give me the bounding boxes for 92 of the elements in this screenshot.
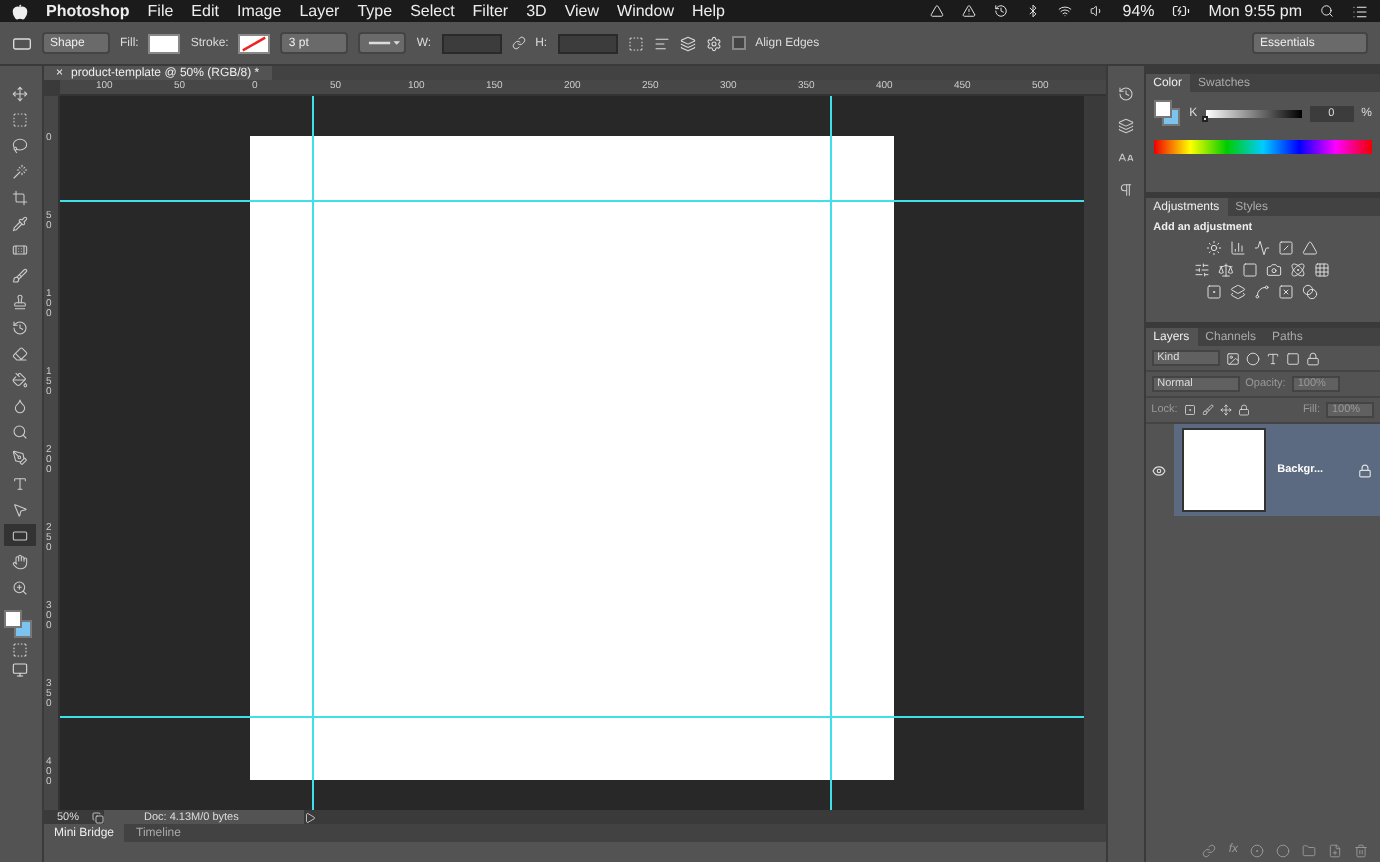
lock-all-icon[interactable]	[1237, 404, 1250, 416]
foreground-color[interactable]	[1153, 100, 1172, 118]
menu-item[interactable]: View	[564, 2, 600, 20]
adjustment-icon[interactable]	[1218, 262, 1235, 278]
menu-item[interactable]: File	[147, 2, 174, 20]
menu-item[interactable]: Window	[617, 2, 674, 20]
eyedropper-tool-icon	[12, 215, 29, 231]
adjustment-icon[interactable]	[1314, 262, 1331, 278]
link-icon[interactable]	[511, 36, 526, 50]
path-alignment-icon[interactable]	[653, 35, 670, 51]
menu-item[interactable]: Select	[410, 2, 455, 20]
menu-item[interactable]: Type	[357, 2, 393, 20]
adjustment-icon[interactable]	[1194, 262, 1211, 278]
scrollbar[interactable]	[1083, 96, 1106, 810]
battery-percent: 94%	[1122, 2, 1155, 20]
height-field[interactable]	[557, 33, 618, 53]
lock-position-icon[interactable]	[1219, 404, 1232, 416]
layer-comps-icon[interactable]	[1117, 118, 1134, 134]
menu-clock[interactable]: Mon 9:55 pm	[1208, 2, 1302, 20]
adjustment-icon[interactable]	[1302, 240, 1319, 256]
lasso-tool-icon	[12, 137, 29, 153]
wifi-icon[interactable]	[1058, 4, 1073, 18]
settings-icon[interactable]	[705, 35, 722, 51]
no-stroke-swatch[interactable]	[238, 33, 271, 53]
color-slider[interactable]	[1205, 110, 1302, 118]
history-tool-icon	[12, 319, 29, 335]
align-edges-checkbox[interactable]	[731, 36, 746, 50]
menu-item[interactable]: Edit	[191, 2, 219, 20]
bluetooth-icon[interactable]	[1026, 4, 1041, 18]
menu-item[interactable]: Image	[236, 2, 282, 20]
character-icon[interactable]	[1117, 150, 1134, 166]
image-filter-icon[interactable]	[1225, 351, 1240, 365]
app-menu[interactable]: Photoshop	[46, 2, 130, 20]
wand-tool-icon	[12, 163, 29, 179]
visibility-icon[interactable]	[1151, 463, 1166, 477]
layer-thumbnail	[1181, 428, 1266, 512]
adjustment-icon[interactable]	[1302, 284, 1319, 300]
menu-item[interactable]: Help	[691, 2, 725, 20]
volume-icon[interactable]	[1090, 4, 1105, 18]
menu-item[interactable]: 3D	[526, 2, 547, 20]
menu-item[interactable]: Filter	[472, 2, 509, 20]
adjustment-icon[interactable]	[1230, 240, 1247, 256]
healing-tool-icon	[12, 241, 29, 257]
lock-pixels-icon[interactable]	[1183, 404, 1196, 416]
shape-filter-icon[interactable]	[1285, 351, 1300, 365]
move-tool-icon	[12, 85, 29, 101]
tool-preset-icon[interactable]	[12, 33, 32, 53]
adjustment-icon[interactable]	[1290, 262, 1307, 278]
type-filter-icon[interactable]	[1265, 351, 1280, 365]
stroke-type-select[interactable]	[358, 32, 407, 54]
mask-icon[interactable]	[1250, 843, 1264, 857]
search-icon[interactable]	[1320, 4, 1334, 18]
history-icon[interactable]	[1117, 86, 1134, 102]
clock-icon[interactable]	[994, 4, 1009, 18]
shape-tool[interactable]	[4, 524, 37, 546]
bucket-tool-icon	[12, 371, 29, 387]
eraser-tool-icon	[12, 345, 29, 361]
adjustment-icon[interactable]	[1278, 240, 1295, 256]
zoom-tool-icon	[12, 579, 29, 595]
foreground-color[interactable]	[4, 610, 23, 628]
menu-item[interactable]: Layer	[299, 2, 340, 20]
link-icon[interactable]	[1202, 843, 1217, 857]
lock-paint-icon[interactable]	[1201, 404, 1214, 416]
stamp-tool-icon	[12, 293, 29, 309]
battery-icon[interactable]	[1172, 2, 1191, 20]
brush-tool-icon	[12, 267, 29, 283]
triangle-icon[interactable]	[930, 4, 945, 18]
hand-tool-icon	[12, 553, 29, 569]
status-menu-icon[interactable]	[303, 811, 316, 823]
apple-icon[interactable]	[12, 3, 28, 19]
width-field[interactable]	[441, 33, 502, 53]
adjustment-icon[interactable]	[1206, 284, 1223, 300]
type-tool-icon	[12, 475, 29, 491]
warning-icon[interactable]	[962, 4, 977, 18]
adjustment-icon[interactable]	[1266, 262, 1283, 278]
shape-tool-icon	[12, 527, 29, 543]
color-spectrum[interactable]	[1153, 140, 1372, 154]
screen-mode-icon[interactable]	[12, 662, 29, 678]
adjustment-icon[interactable]	[1230, 284, 1247, 300]
list-icon[interactable]	[1352, 3, 1368, 19]
adjustment-icon[interactable]	[1206, 240, 1223, 256]
fill-swatch[interactable]	[148, 33, 181, 53]
paragraph-icon[interactable]	[1117, 182, 1134, 198]
adjustment-icon[interactable]	[1278, 284, 1295, 300]
pen-tool-icon	[12, 449, 29, 465]
path-tool-icon	[12, 501, 29, 517]
blur-tool-icon	[12, 397, 29, 413]
slider-thumb[interactable]	[1201, 116, 1208, 122]
path-arrangement-icon[interactable]	[679, 35, 696, 51]
crop-tool-icon	[12, 189, 29, 205]
trash-icon[interactable]	[1354, 843, 1368, 857]
adjustment-icon[interactable]	[1254, 284, 1271, 300]
